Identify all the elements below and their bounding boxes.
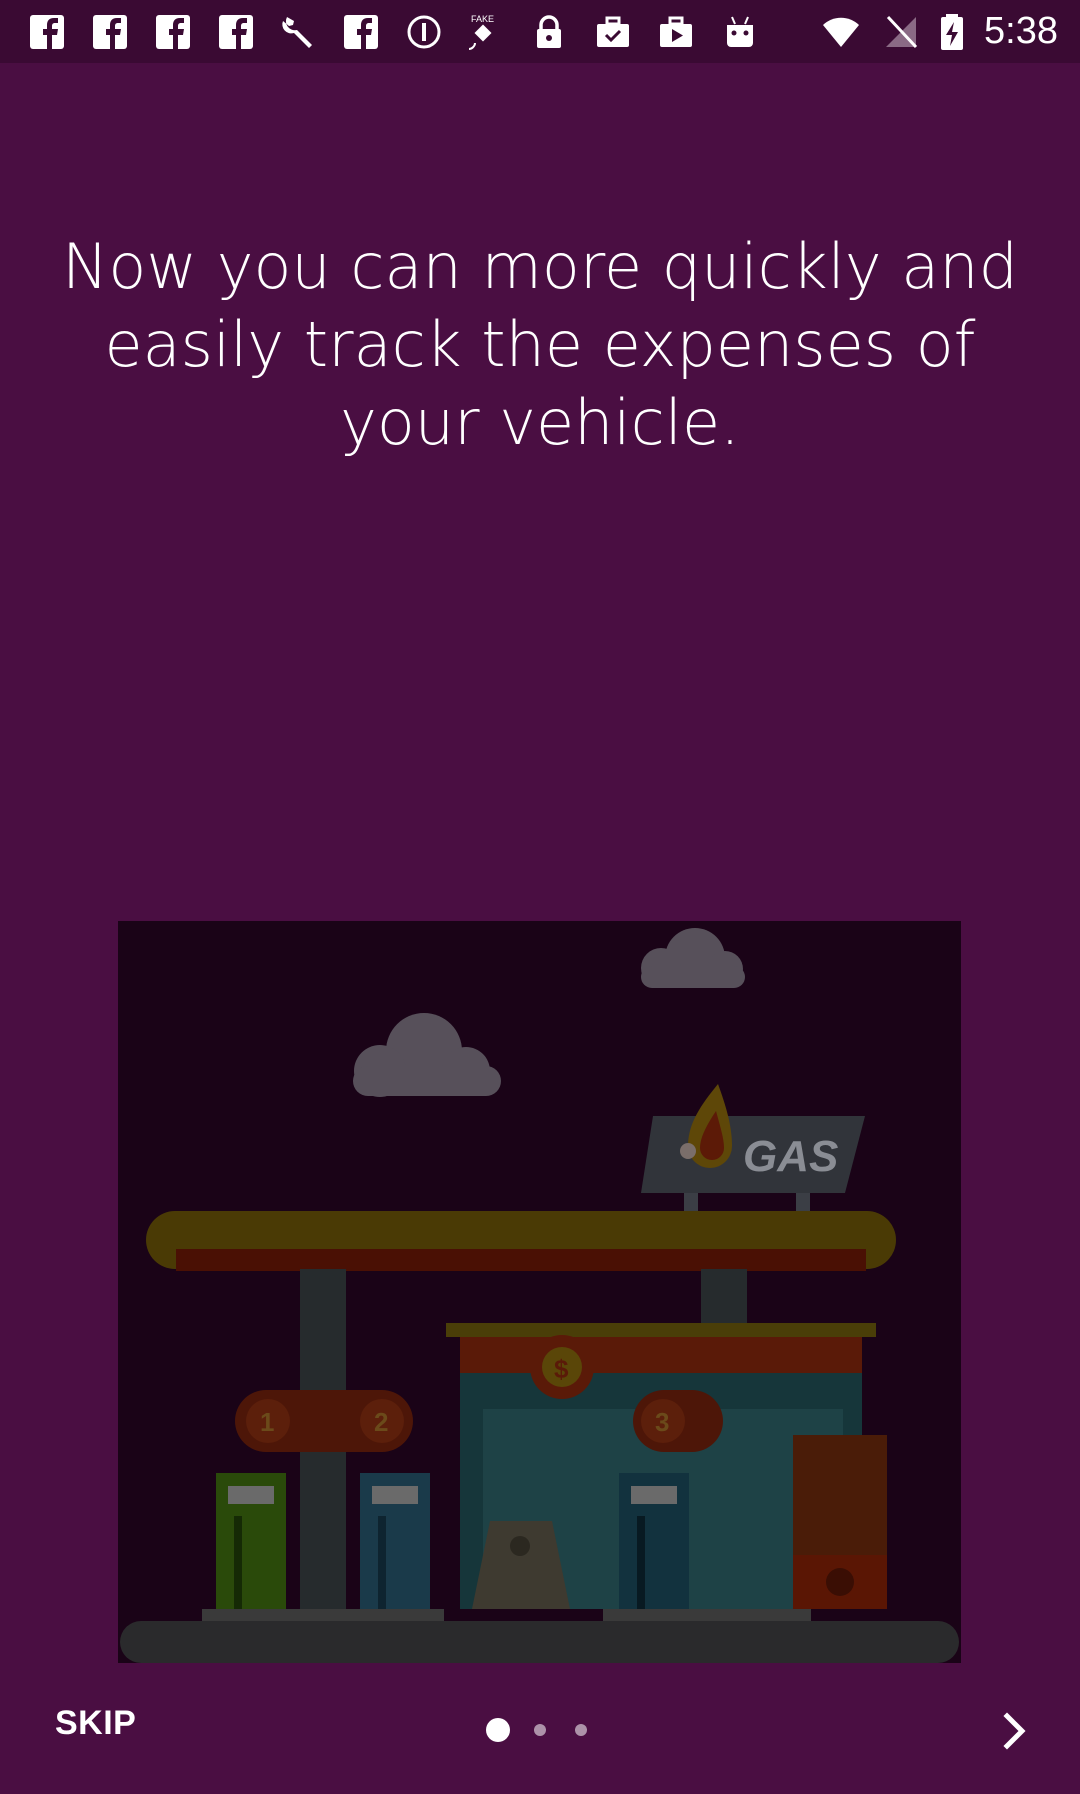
onboarding-headline: Now you can more quickly and easily trac… (62, 230, 1018, 459)
android-icon (727, 16, 753, 47)
fake-gps-icon: FAKE (468, 14, 494, 50)
page-dot (575, 1724, 587, 1736)
fuel-pump (216, 1473, 286, 1609)
chevron-right-icon[interactable] (990, 1706, 1040, 1756)
page-dot-active (486, 1718, 510, 1742)
facebook-icon (93, 15, 127, 49)
page-dot (534, 1724, 546, 1736)
fuel-pump (619, 1473, 689, 1609)
gas-station-illustration: GAS $ 1 2 3 (118, 921, 961, 1663)
dollar-sign: $ (554, 1354, 569, 1384)
building-roof (460, 1337, 862, 1373)
no-signal-icon (886, 15, 918, 49)
facebook-icon (156, 15, 190, 49)
play-store-icon (660, 16, 692, 47)
pump-number: 2 (374, 1407, 388, 1437)
page-indicator (486, 1717, 596, 1743)
cloud-icon (353, 1013, 501, 1097)
wifi-icon (823, 17, 859, 47)
skip-button[interactable]: SKIP (55, 1704, 136, 1743)
status-bar: FAKE 5:38 (0, 0, 1080, 63)
clock-time: 5:38 (984, 10, 1058, 52)
ground (120, 1621, 959, 1663)
wrench-icon (282, 17, 312, 48)
facebook-icon (30, 15, 64, 49)
info-icon (407, 15, 441, 49)
gas-sign: GAS (641, 1084, 865, 1211)
fuel-pump (360, 1473, 430, 1609)
onboarding-navigation: SKIP (0, 1680, 1080, 1794)
lock-icon (537, 15, 561, 48)
facebook-icon (219, 15, 253, 49)
gas-sign-text: GAS (743, 1132, 838, 1181)
battery-charging-icon (941, 14, 963, 50)
pump-number: 3 (655, 1407, 669, 1437)
pump-number: 1 (260, 1407, 274, 1437)
facebook-icon (344, 15, 378, 49)
gas-station-image: GAS $ 1 2 3 (120, 928, 959, 1663)
briefcase-check-icon (597, 16, 629, 47)
svg-text:FAKE: FAKE (471, 14, 494, 24)
cloud-icon (641, 928, 745, 988)
